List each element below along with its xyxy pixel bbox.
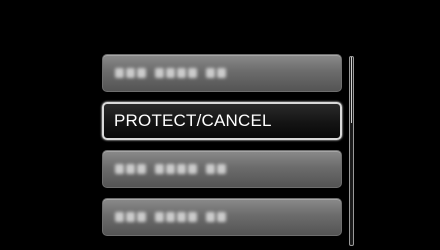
menu-scrollbar[interactable]: [349, 56, 354, 246]
blurred-label: [115, 212, 226, 222]
menu-item-1[interactable]: [102, 54, 342, 92]
blurred-label: [115, 164, 226, 174]
menu-item-3[interactable]: [102, 150, 342, 188]
menu-item-label: PROTECT/CANCEL: [114, 111, 272, 130]
camera-menu-screen: PROTECT/CANCEL: [0, 0, 440, 250]
blurred-label: [115, 68, 226, 78]
scrollbar-thumb[interactable]: [351, 57, 352, 123]
menu-list: PROTECT/CANCEL: [102, 54, 344, 246]
menu-item-4[interactable]: [102, 198, 342, 236]
menu-item-protect-cancel[interactable]: PROTECT/CANCEL: [102, 102, 342, 140]
